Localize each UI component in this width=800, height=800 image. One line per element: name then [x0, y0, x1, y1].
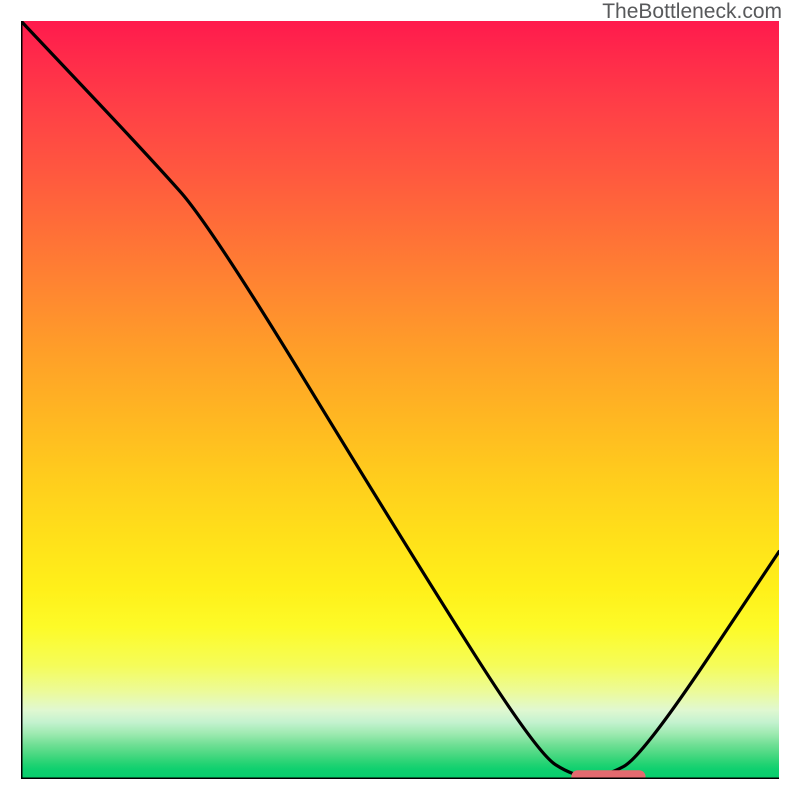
bottleneck-curve-line	[21, 21, 779, 777]
chart-container: TheBottleneck.com	[0, 0, 800, 800]
plot-area	[21, 21, 779, 779]
axes-border	[21, 21, 779, 779]
chart-svg	[21, 21, 779, 779]
